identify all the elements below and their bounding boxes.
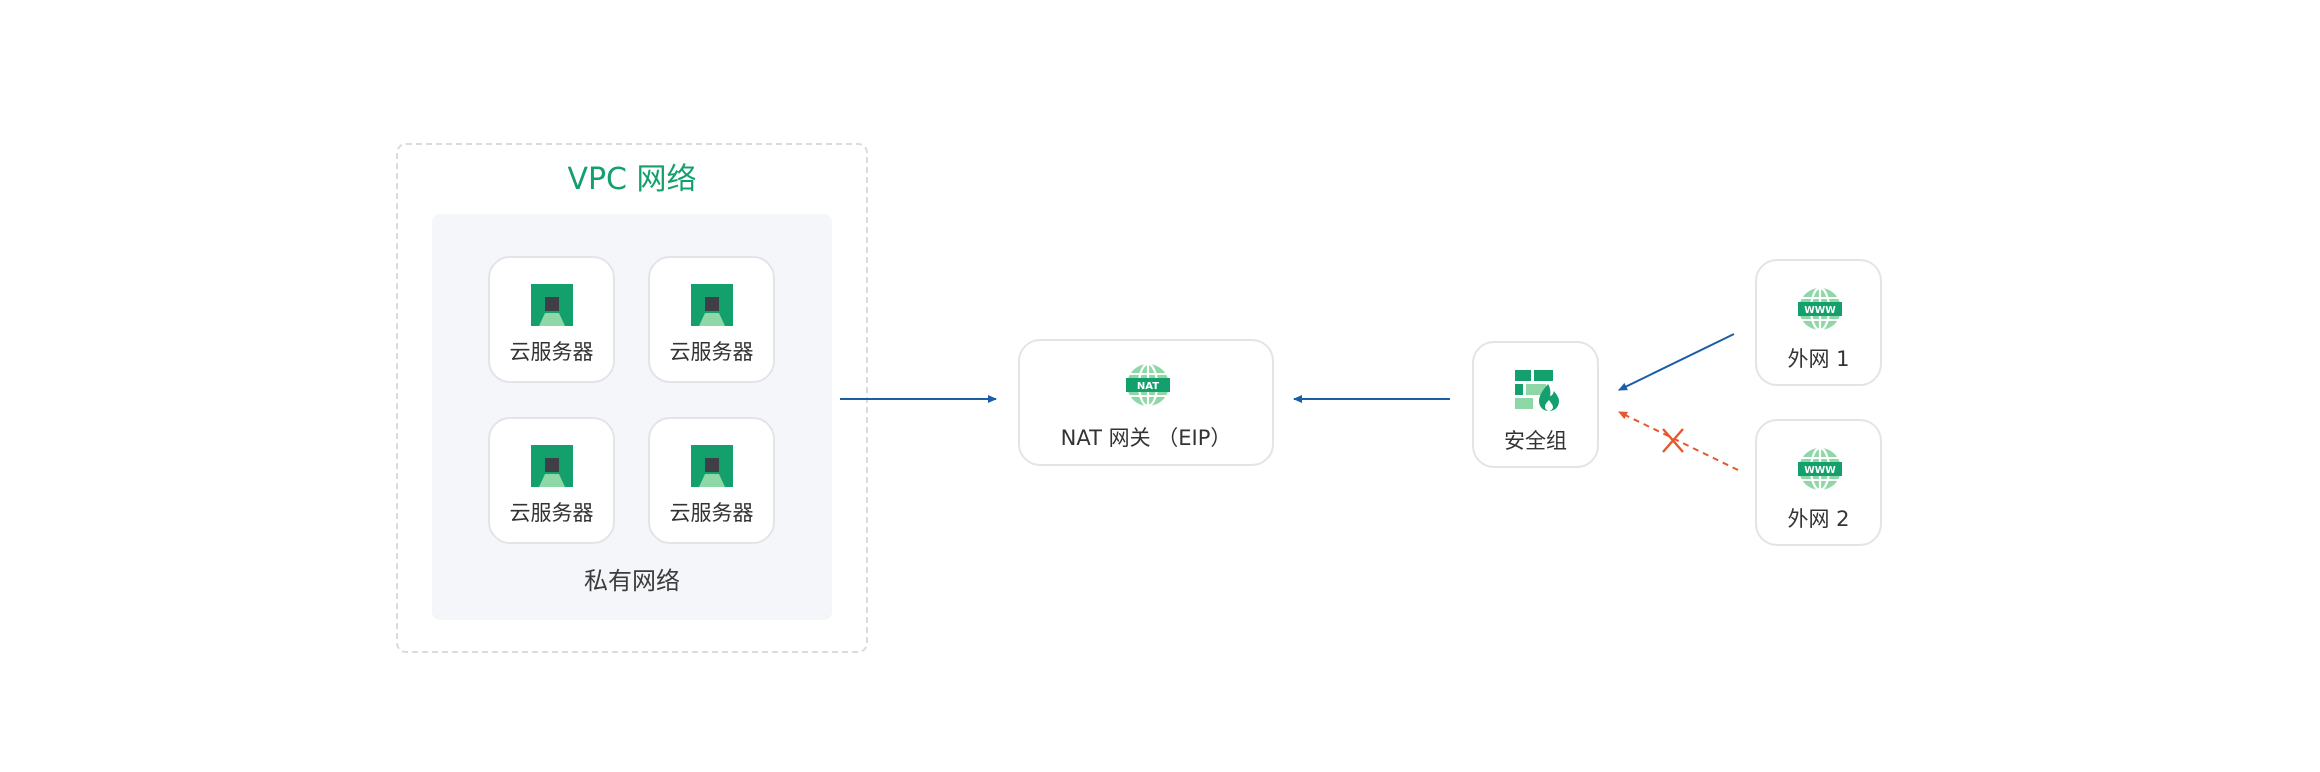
connector-lines	[840, 333, 1739, 471]
internet2-blocked-arrow	[1618, 411, 1739, 471]
internet1-to-security-arrow	[1618, 333, 1735, 391]
blocked-cross-icon	[1662, 428, 1684, 453]
